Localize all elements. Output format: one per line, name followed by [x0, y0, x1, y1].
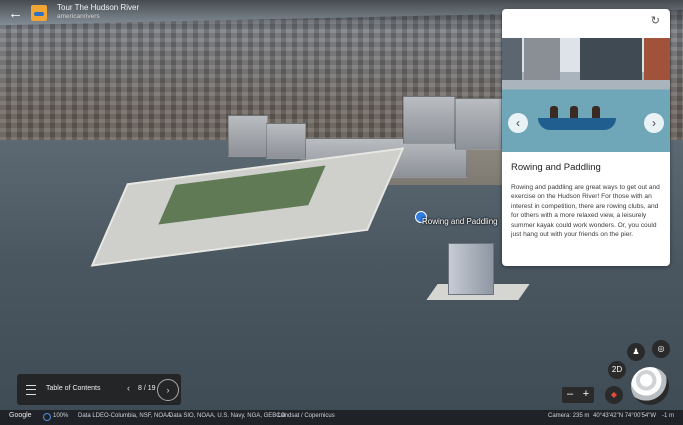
rower — [592, 106, 600, 118]
chevron-left-icon: ‹ — [516, 116, 520, 130]
back-button[interactable]: ← — [8, 6, 23, 21]
pegman-icon: ♟ — [632, 347, 640, 356]
building — [455, 98, 502, 150]
rowing-boat — [538, 118, 616, 130]
coordinates: 40°43'42"N 74°00'54"W — [593, 413, 657, 419]
view-mode-button[interactable]: 2D — [608, 361, 626, 379]
ground-altitude: -1 m — [662, 413, 674, 419]
list-icon[interactable] — [26, 385, 36, 395]
slide-counter: 8 / 19 — [138, 385, 156, 392]
google-logo: Google — [9, 412, 32, 419]
info-card: ↻ ‹ › Rowing and Paddling Rowing and pad… — [502, 9, 670, 266]
project-title: Tour The Hudson River — [57, 3, 140, 12]
photo-next-button[interactable]: › — [644, 113, 664, 133]
building — [228, 115, 268, 157]
table-of-contents-bar: Table of Contents ‹ 8 / 19 › — [17, 374, 181, 405]
locate-icon: ◎ — [657, 344, 665, 353]
card-description: Rowing and paddling are great ways to ge… — [511, 184, 660, 239]
photo-building — [502, 38, 522, 80]
globe-minimap[interactable] — [631, 367, 669, 405]
compass-button[interactable]: ◆ — [605, 386, 623, 404]
rower — [570, 106, 578, 118]
building — [266, 123, 306, 159]
zoom-in-button[interactable]: + — [578, 388, 594, 400]
refresh-icon: ↻ — [650, 15, 660, 27]
card-photo: ‹ › — [502, 38, 670, 152]
load-percent: 100% — [53, 413, 69, 419]
status-bar: Google 100% Data LDEO-Columbia, NSF, NOA… — [0, 410, 683, 425]
zoom-out-button[interactable]: – — [562, 388, 578, 400]
data-attribution: Data LDEO-Columbia, NSF, NOAA — [78, 413, 172, 419]
photo-prev-button[interactable]: ‹ — [508, 113, 528, 133]
pegman-button[interactable]: ♟ — [627, 343, 645, 361]
photo-building — [580, 38, 642, 80]
project-author: americanrivers — [57, 13, 100, 20]
rower — [550, 106, 558, 118]
tower-building — [448, 243, 494, 295]
next-slide-button[interactable]: › — [157, 379, 179, 401]
project-logo — [31, 5, 47, 21]
chevron-right-icon: › — [652, 116, 656, 130]
refresh-button[interactable]: ↻ — [651, 14, 660, 27]
imagery-attribution: Landsat / Copernicus — [278, 413, 335, 419]
toc-label[interactable]: Table of Contents — [46, 385, 100, 392]
locate-button[interactable]: ◎ — [652, 340, 670, 358]
zoom-control: – + — [562, 387, 594, 403]
compass-icon: ◆ — [610, 390, 618, 399]
camera-altitude: Camera: 235 m — [548, 413, 590, 419]
data-attribution-2: Data SIO, NOAA, U.S. Navy, NGA, GEBCO — [169, 413, 286, 419]
prev-slide-button[interactable]: ‹ — [127, 383, 130, 393]
building — [403, 96, 455, 144]
photo-building — [644, 38, 670, 80]
loading-indicator-icon — [43, 413, 51, 421]
photo-building — [524, 38, 560, 80]
card-title: Rowing and Paddling — [511, 162, 601, 173]
place-marker-label[interactable]: Rowing and Paddling — [422, 217, 498, 226]
arrow-left-icon: ← — [8, 5, 23, 22]
